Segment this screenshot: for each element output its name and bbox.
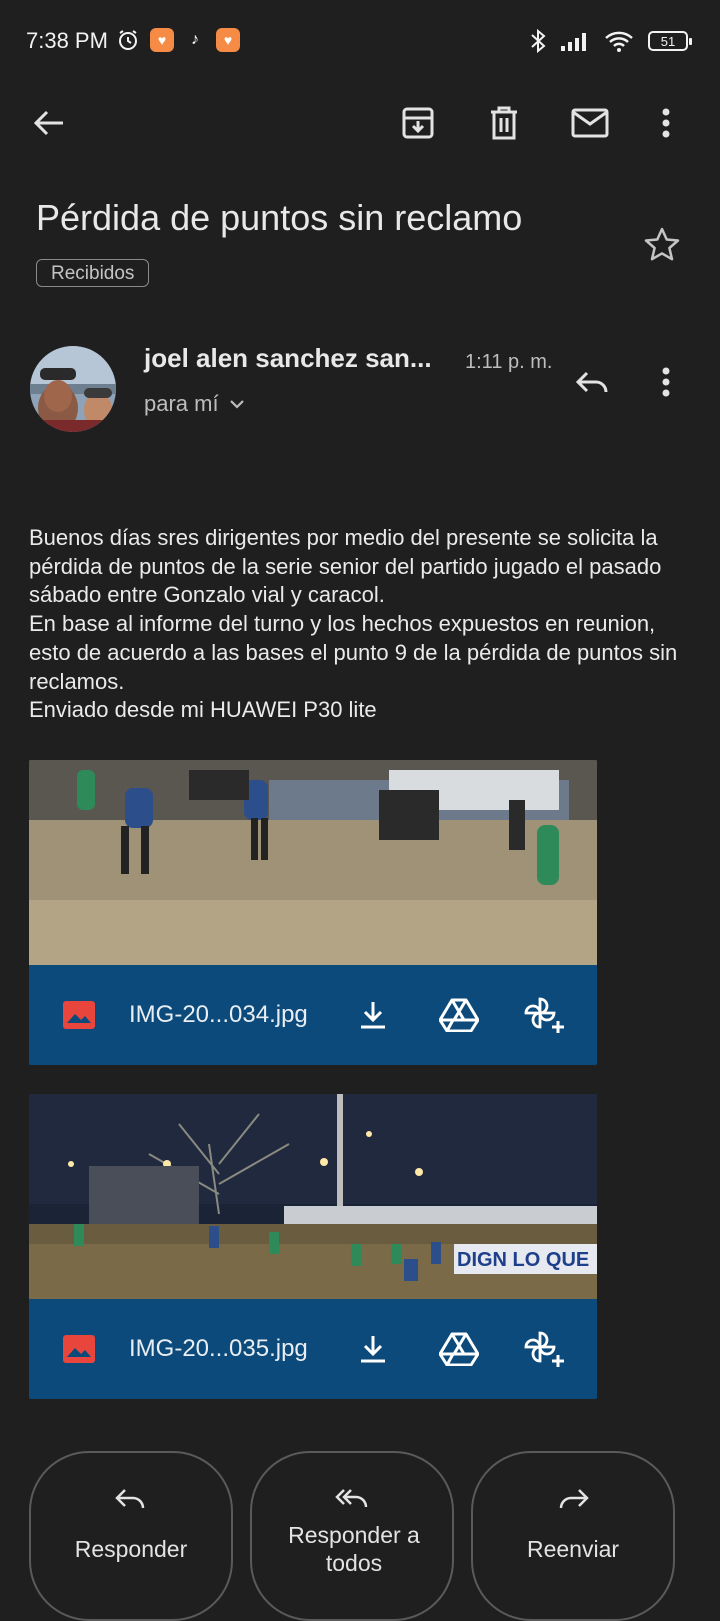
attachment-filename[interactable]: IMG-20...034.jpg (129, 1001, 308, 1029)
attachment-filename[interactable]: IMG-20...035.jpg (129, 1335, 308, 1363)
label-chip[interactable]: Recibidos (36, 259, 150, 287)
photos-add-icon[interactable] (523, 993, 567, 1037)
download-icon[interactable] (351, 993, 395, 1037)
status-notification-icons: ♥ ♪ ♥ (116, 28, 240, 52)
forward-button[interactable]: Reenviar (471, 1451, 675, 1621)
reply-label: Responder (74, 1536, 188, 1562)
email-time: 1:11 p. m. (465, 351, 553, 373)
star-icon[interactable] (642, 225, 682, 265)
sender-name[interactable]: joel alen sanchez san... (144, 343, 432, 374)
app-notification-icon: ♥ (150, 28, 174, 52)
reply-all-label: Responder a todos (288, 1522, 420, 1576)
attachment-card[interactable]: DIGN LO QUE IMG-20...035.jpg (29, 1094, 597, 1399)
status-time: 7:38 PM (26, 28, 108, 53)
reply-button[interactable]: Responder (29, 1451, 233, 1621)
reply-icon[interactable] (568, 358, 616, 406)
attachment-card[interactable]: IMG-20...034.jpg (29, 760, 597, 1065)
recipient-details[interactable]: para mí (144, 391, 245, 417)
status-system-icons: 51 (530, 28, 692, 54)
chevron-down-icon (229, 399, 245, 409)
forward-icon (556, 1487, 590, 1517)
attachment-bar: IMG-20...035.jpg (29, 1299, 597, 1399)
more-vert-icon[interactable] (642, 358, 690, 406)
back-arrow-icon[interactable] (25, 99, 73, 147)
photos-add-icon[interactable] (523, 1327, 567, 1371)
avatar[interactable] (30, 346, 116, 432)
tiktok-icon: ♪ (191, 31, 199, 48)
recipient-label: para mí (144, 391, 219, 416)
delete-icon[interactable] (480, 99, 528, 147)
drive-icon[interactable] (437, 1327, 481, 1371)
mail-icon[interactable] (566, 99, 614, 147)
reply-all-button[interactable]: Responder a todos (250, 1451, 454, 1621)
attachment-preview-image[interactable] (29, 760, 597, 965)
image-icon (63, 1001, 95, 1029)
banner-text: DIGN LO QUE (457, 1249, 589, 1271)
attachment-bar: IMG-20...034.jpg (29, 965, 597, 1065)
forward-label: Reenviar (526, 1536, 620, 1562)
email-subject: Pérdida de puntos sin reclamo (36, 197, 523, 238)
image-icon (63, 1335, 95, 1363)
reply-icon (114, 1487, 148, 1517)
reply-all-icon (335, 1487, 369, 1517)
drive-icon[interactable] (437, 993, 481, 1037)
email-body: Buenos días sres dirigentes por medio de… (29, 525, 678, 723)
more-vert-icon[interactable] (642, 99, 690, 147)
signal-icon (560, 30, 590, 52)
wifi-icon (604, 29, 634, 53)
battery-icon: 51 (648, 31, 692, 51)
app-notification-icon: ♥ (216, 28, 240, 52)
bluetooth-icon (530, 28, 546, 54)
alarm-icon (116, 28, 140, 52)
attachment-preview-image[interactable]: DIGN LO QUE (29, 1094, 597, 1299)
archive-icon[interactable] (394, 99, 442, 147)
download-icon[interactable] (351, 1327, 395, 1371)
